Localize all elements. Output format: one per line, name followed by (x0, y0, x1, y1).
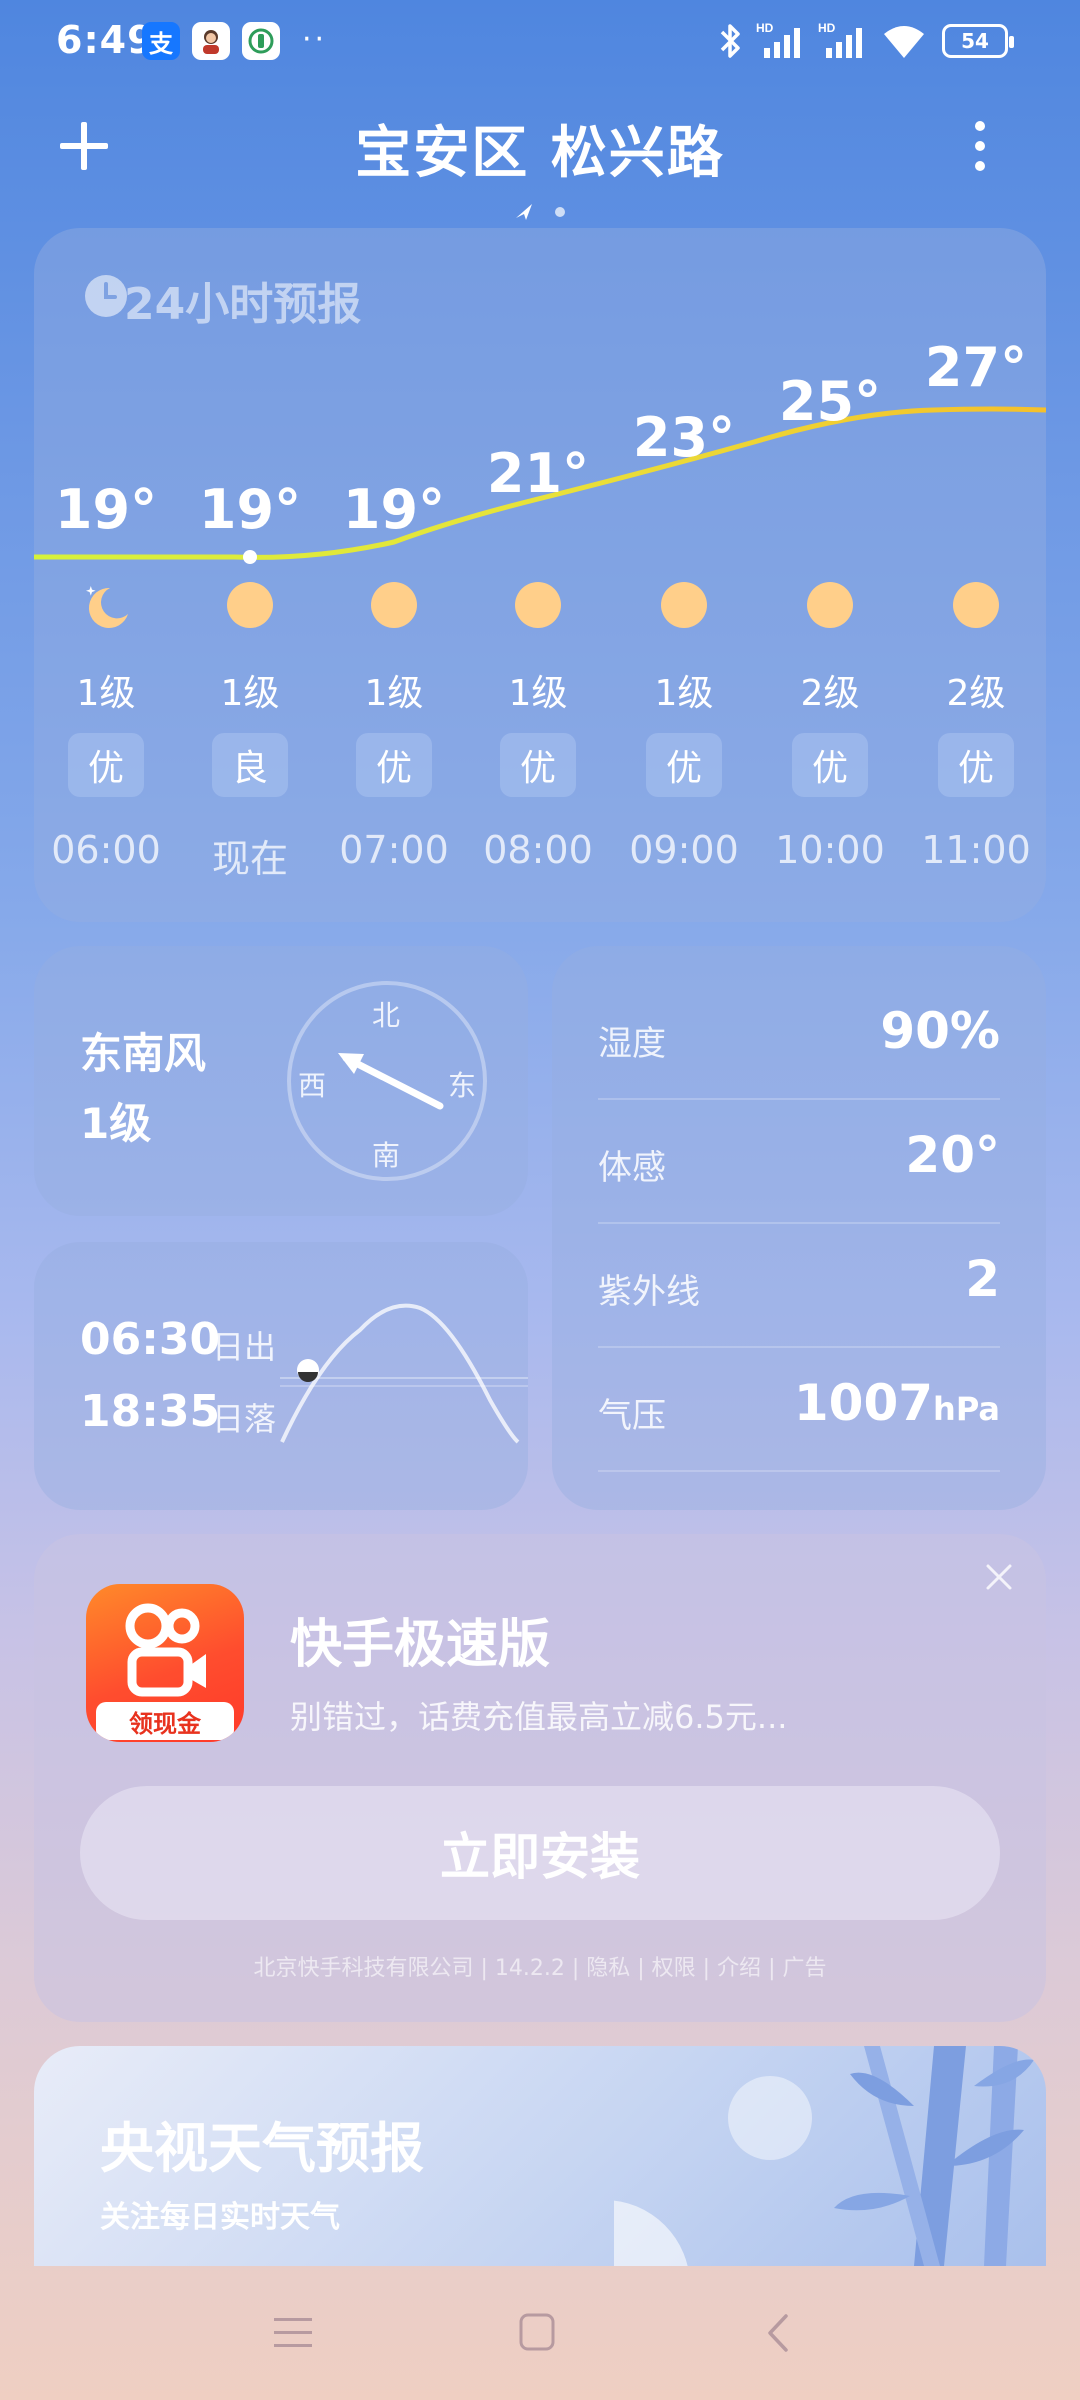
clock-icon (85, 275, 127, 317)
hour-temp: 23° (632, 406, 736, 469)
app-icon (242, 22, 280, 60)
hourly-forecast-card[interactable] (34, 228, 1046, 922)
cctv-subtitle: 关注每日实时天气 (100, 2200, 340, 2235)
pressure-row: 气压 1007hPa (598, 1348, 1000, 1472)
avatar-icon (192, 22, 230, 60)
bamboo-illustration (614, 2046, 1034, 2266)
hour-wind-level: 1级 (220, 673, 280, 714)
pressure-number: 1007 (793, 1374, 934, 1432)
status-more-dots: ·· (302, 22, 328, 57)
sunset-time: 18:35 (80, 1386, 221, 1437)
air-quality-badge: 优 (792, 733, 868, 797)
hourly-title: 24小时预报 (124, 279, 362, 330)
sun-icon (515, 582, 561, 628)
hd-label: HD (756, 21, 774, 35)
air-quality-badge: 良 (212, 733, 288, 797)
humidity-label: 湿度 (598, 1024, 666, 1064)
hour-wind-level: 1级 (364, 673, 424, 714)
hour-label: 08:00 (483, 828, 593, 872)
humidity-value: 90% (880, 1002, 1000, 1060)
compass-west: 西 (298, 1069, 327, 1102)
wind-level: 1级 (80, 1099, 152, 1148)
hd-label: HD (818, 21, 836, 35)
air-quality-badge: 优 (646, 733, 722, 797)
location-arrow-icon (516, 204, 532, 220)
current-time-dot (243, 550, 257, 564)
back-icon[interactable] (764, 2312, 792, 2354)
cctv-title: 央视天气预报 (100, 2117, 424, 2180)
close-icon[interactable] (984, 1562, 1014, 1592)
hour-temp: 19° (54, 478, 158, 541)
sunrise-time: 06:30 (80, 1314, 221, 1365)
air-quality-badge: 优 (356, 733, 432, 797)
hd-signal-icon: HD (756, 21, 800, 58)
sunrise-label: 日出 (212, 1328, 277, 1366)
page-dot (555, 207, 565, 217)
uv-value: 2 (965, 1250, 1000, 1308)
hour-wind-level: 2级 (946, 673, 1006, 714)
hour-wind-level: 1级 (508, 673, 568, 714)
sun-arc (280, 1303, 528, 1444)
humidity-row: 湿度 90% (598, 976, 1000, 1100)
compass-north: 北 (372, 999, 401, 1032)
sunset-label: 日落 (212, 1400, 277, 1438)
wind-direction: 东南风 (80, 1029, 207, 1078)
hour-wind-level: 1级 (654, 673, 714, 714)
pressure-label: 气压 (598, 1396, 666, 1436)
air-quality-badge: 优 (68, 733, 144, 797)
moon-icon (86, 586, 128, 628)
compass-east: 东 (448, 1069, 477, 1102)
hd-signal-icon: HD (818, 21, 862, 58)
page-indicator (516, 204, 565, 220)
hour-temp: 19° (342, 478, 446, 541)
sun-icon (371, 582, 417, 628)
more-vertical-icon[interactable] (960, 118, 1000, 174)
sun-icon (953, 582, 999, 628)
hour-temp: 21° (486, 442, 590, 505)
kuaishou-app-icon: 领现金 (86, 1584, 244, 1742)
battery-indicator: 54 (942, 24, 1014, 58)
status-time: 6:49 (56, 18, 155, 62)
air-quality-badge: 优 (500, 733, 576, 797)
ad-description: 别错过，话费充值最高立减6.5元... (290, 1698, 788, 1736)
hour-wind-level: 2级 (800, 673, 860, 714)
wifi-icon (884, 26, 924, 58)
feels-like-row: 体感 20° (598, 1100, 1000, 1224)
install-button[interactable]: 立即安装 (80, 1786, 1000, 1920)
hour-temp: 25° (778, 370, 882, 433)
hour-label: 11:00 (921, 828, 1031, 872)
location-title[interactable]: 宝安区 松兴路 (0, 108, 1080, 189)
hour-label: 09:00 (629, 828, 739, 872)
hour-label: 10:00 (775, 828, 885, 872)
hour-wind-level: 1级 (76, 673, 136, 714)
uv-label: 紫外线 (598, 1272, 700, 1312)
feels-like-value: 20° (905, 1126, 1000, 1184)
pressure-unit: hPa (933, 1390, 1000, 1428)
hour-temp: 19° (198, 478, 302, 541)
feels-like-label: 体感 (598, 1148, 666, 1188)
menu-icon[interactable] (272, 2316, 314, 2350)
pressure-value: 1007hPa (794, 1374, 1000, 1432)
hour-temp: 27° (924, 336, 1028, 399)
sun-icon (661, 582, 707, 628)
alipay-icon: 支 (142, 22, 180, 60)
ad-footer: 北京快手科技有限公司 | 14.2.2 | 隐私 | 权限 | 介绍 | 广告 (253, 1956, 827, 1981)
hour-label: 06:00 (51, 828, 161, 872)
hour-label: 07:00 (339, 828, 449, 872)
system-nav-bar (0, 2266, 1080, 2400)
cctv-weather-card[interactable]: 央视天气预报 关注每日实时天气 (34, 2046, 1046, 2266)
bluetooth-icon (720, 24, 740, 58)
status-bar: 6:49 支 ·· HD HD 54 (0, 0, 1080, 80)
compass-south: 南 (372, 1139, 401, 1172)
uv-row: 紫外线 2 (598, 1224, 1000, 1348)
air-quality-badge: 优 (938, 733, 1014, 797)
home-icon[interactable] (518, 2312, 556, 2352)
sun-icon (227, 582, 273, 628)
ad-icon-badge: 领现金 (96, 1702, 234, 1740)
sun-icon (807, 582, 853, 628)
ad-app-name: 快手极速版 (290, 1615, 551, 1675)
hour-label: 现在 (211, 837, 288, 881)
